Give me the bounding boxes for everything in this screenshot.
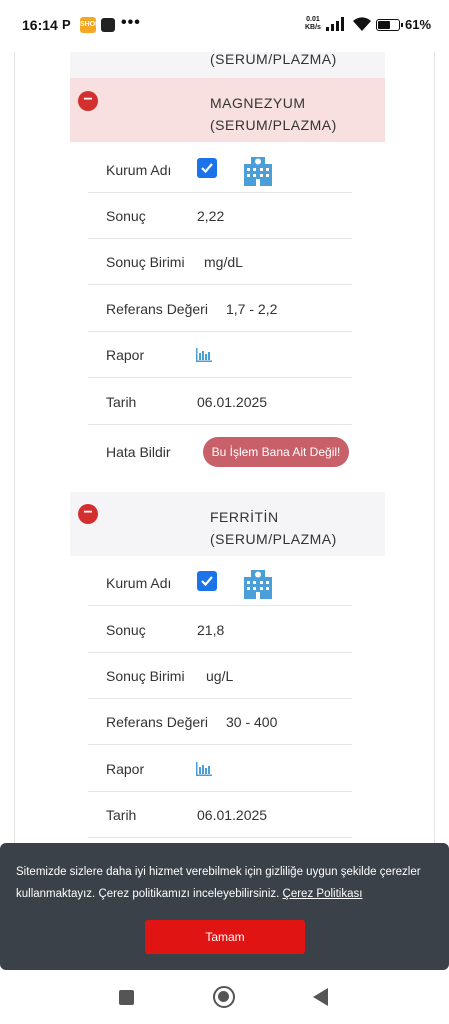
referans-label: Referans Değeri <box>106 301 208 317</box>
bar-chart-icon[interactable] <box>196 762 212 776</box>
kurum-checkbox[interactable] <box>197 158 217 178</box>
test-name-line1: MAGNEZYUM <box>210 95 306 111</box>
rapor-label: Rapor <box>106 347 145 363</box>
bar-chart-icon[interactable] <box>196 348 212 362</box>
sonuc-value: 2,22 <box>197 208 225 224</box>
cookie-banner: Sitemizde sizlere daha iyi hizmet verebi… <box>0 843 449 970</box>
recent-apps-icon[interactable] <box>119 990 134 1005</box>
row-rapor: Rapor <box>88 746 352 792</box>
signal-icon <box>326 17 344 31</box>
kurum-label: Kurum Adı <box>106 162 172 178</box>
network-speed-value: 0.01 <box>306 16 320 23</box>
cookie-policy-link[interactable]: Çerez Politikası <box>283 888 363 900</box>
test-header-magnezyum: MAGNEZYUM (SERUM/PLAZMA) <box>70 78 385 142</box>
network-speed: 0.01 KB/s <box>305 16 321 32</box>
row-tarih: Tarih 06.01.2025 <box>88 379 352 425</box>
row-kurum-adi: Kurum Adı <box>88 147 352 193</box>
birim-label: Sonuç Birimi <box>106 668 185 684</box>
clock: 16:14 <box>22 17 58 33</box>
kurum-label: Kurum Adı <box>106 575 172 591</box>
report-error-button[interactable]: Bu İşlem Bana Ait Değil! <box>203 437 349 467</box>
sonuc-label: Sonuç <box>106 622 146 638</box>
test-name: FERRİTİN (SERUM/PLAZMA) <box>210 506 337 550</box>
test-name-line2: (SERUM/PLAZMA) <box>210 117 337 133</box>
sonuc-value: 21,8 <box>197 622 225 638</box>
app-square-icon <box>101 18 115 32</box>
row-kurum-adi: Kurum Adı <box>88 560 352 606</box>
row-referans: Referans Değeri 30 - 400 <box>88 699 352 745</box>
accept-cookies-button[interactable]: Tamam <box>145 920 305 954</box>
navigation-bar <box>0 970 449 1024</box>
home-icon[interactable] <box>213 986 235 1008</box>
building-icon[interactable] <box>242 567 274 599</box>
row-tarih: Tarih 06.01.2025 <box>88 792 352 838</box>
birim-value: ug/L <box>206 668 234 684</box>
cookie-message: Sitemizde sizlere daha iyi hizmet verebi… <box>16 861 433 905</box>
tarih-value: 06.01.2025 <box>197 807 268 823</box>
test-name-line1: FERRİTİN <box>210 509 279 525</box>
rapor-label: Rapor <box>106 761 145 777</box>
row-rapor: Rapor <box>88 332 352 378</box>
tarih-label: Tarih <box>106 807 137 823</box>
building-icon[interactable] <box>242 154 274 186</box>
network-speed-unit: KB/s <box>305 24 321 31</box>
row-sonuc-birimi: Sonuç Birimi mg/dL <box>88 239 352 285</box>
test-name-line2: (SERUM/PLAZMA) <box>210 531 337 547</box>
tarih-value: 06.01.2025 <box>197 394 268 410</box>
test-name: MAGNEZYUM (SERUM/PLAZMA) <box>210 92 337 136</box>
status-bar: 16:14 P SHOP ••• 0.01 KB/s 61% <box>0 0 449 52</box>
row-hata-bildir: Hata Bildir Bu İşlem Bana Ait Değil! <box>88 429 352 475</box>
birim-label: Sonuç Birimi <box>106 254 185 270</box>
shop-app-icon: SHOP <box>80 17 100 33</box>
wifi-icon <box>353 17 371 31</box>
remove-test-button[interactable]: − <box>78 91 98 111</box>
tarih-label: Tarih <box>106 394 137 410</box>
row-referans: Referans Değeri 1,7 - 2,2 <box>88 286 352 332</box>
kurum-checkbox[interactable] <box>197 571 217 591</box>
row-sonuc-birimi: Sonuç Birimi ug/L <box>88 653 352 699</box>
birim-value: mg/dL <box>204 254 243 270</box>
referans-value: 1,7 - 2,2 <box>226 301 278 317</box>
more-notifications-icon: ••• <box>121 14 141 31</box>
referans-label: Referans Değeri <box>106 714 208 730</box>
row-sonuc: Sonuç 21,8 <box>88 607 352 653</box>
remove-test-button[interactable]: − <box>78 504 98 524</box>
app-p-icon: P <box>62 17 71 32</box>
sonuc-label: Sonuç <box>106 208 146 224</box>
battery-icon <box>376 19 403 31</box>
referans-value: 30 - 400 <box>226 714 278 730</box>
battery-percent: 61% <box>405 17 432 32</box>
back-icon[interactable] <box>313 988 328 1006</box>
test-header-ferritin: FERRİTİN (SERUM/PLAZMA) <box>70 492 385 556</box>
row-sonuc: Sonuç 2,22 <box>88 193 352 239</box>
hata-label: Hata Bildir <box>106 444 171 460</box>
